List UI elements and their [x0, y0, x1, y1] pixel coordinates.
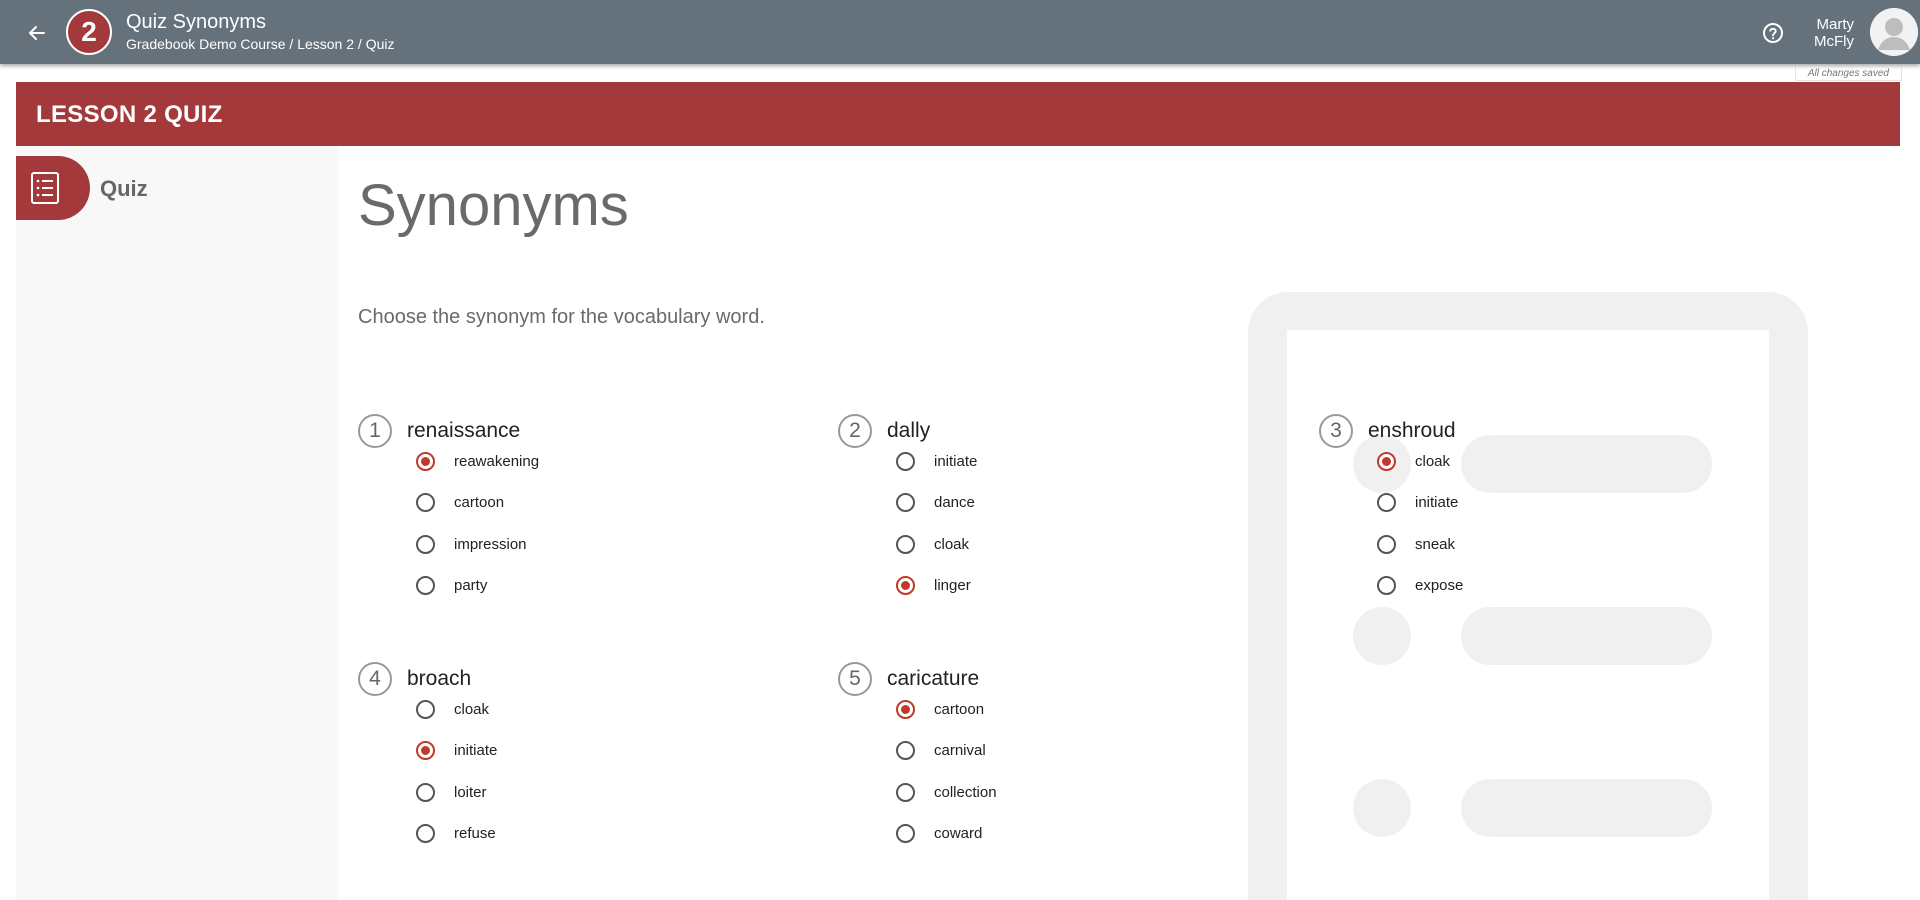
- radio-button[interactable]: [416, 534, 435, 554]
- sidebar-item-label: Quiz: [100, 176, 148, 201]
- answer-option[interactable]: refuse: [416, 821, 496, 845]
- radio-button[interactable]: [896, 492, 915, 512]
- radio-button[interactable]: [416, 575, 435, 595]
- radio-button[interactable]: [1377, 575, 1396, 595]
- radio-button[interactable]: [896, 740, 915, 760]
- user-name[interactable]: Marty McFly: [1810, 16, 1854, 50]
- top-app-bar: 2 Quiz Synonyms Gradebook Demo Course / …: [0, 0, 1920, 64]
- answer-option[interactable]: initiate: [1377, 490, 1458, 514]
- answer-option[interactable]: loiter: [416, 780, 487, 804]
- radio-button[interactable]: [896, 782, 915, 802]
- placeholder-illustration: [1248, 292, 1808, 900]
- radio-button-selected[interactable]: [416, 740, 435, 760]
- answer-option[interactable]: dance: [896, 490, 975, 514]
- list-icon: [16, 156, 90, 220]
- option-label: linger: [934, 576, 971, 594]
- answer-option[interactable]: cloak: [896, 532, 969, 556]
- question-word: broach: [407, 667, 472, 690]
- sidebar: Quiz: [16, 146, 339, 900]
- radio-button-selected[interactable]: [1377, 451, 1396, 471]
- option-label: cloak: [934, 535, 970, 553]
- answer-option[interactable]: impression: [416, 532, 527, 556]
- option-label: loiter: [454, 783, 487, 801]
- option-label: coward: [934, 824, 983, 842]
- course-logo-number: 2: [81, 16, 97, 47]
- question-number: 2: [838, 414, 872, 448]
- question-word: renaissance: [407, 419, 521, 442]
- option-label: dance: [934, 493, 975, 511]
- question-number: 1: [358, 414, 392, 448]
- question-word: dally: [887, 419, 931, 442]
- user-last-name: McFly: [1814, 33, 1854, 50]
- breadcrumb: Gradebook Demo Course / Lesson 2 / Quiz: [126, 36, 395, 52]
- option-label: collection: [934, 783, 997, 801]
- option-label: reawakening: [454, 452, 540, 470]
- answer-option[interactable]: expose: [1377, 573, 1463, 597]
- save-status: All changes saved: [1794, 67, 1902, 81]
- answer-option[interactable]: linger: [896, 573, 971, 597]
- help-icon[interactable]: [1762, 22, 1784, 44]
- option-label: cartoon: [934, 700, 985, 718]
- answer-option[interactable]: initiate: [896, 449, 977, 473]
- user-avatar-icon: [1870, 8, 1918, 56]
- question-word: enshroud: [1368, 419, 1456, 442]
- radio-button[interactable]: [416, 699, 435, 719]
- answer-option[interactable]: cartoon: [416, 490, 504, 514]
- option-label: party: [454, 576, 488, 594]
- lesson-banner: LESSON 2 QUIZ: [16, 82, 1900, 146]
- breadcrumb-lesson[interactable]: Lesson 2: [297, 36, 354, 52]
- breadcrumb-course[interactable]: Gradebook Demo Course: [126, 36, 286, 52]
- main-content: Synonyms Choose the synonym for the voca…: [338, 146, 1900, 900]
- breadcrumb-current: Quiz: [365, 36, 395, 52]
- avatar[interactable]: [1870, 8, 1918, 56]
- option-label: initiate: [454, 741, 498, 759]
- user-first-name: Marty: [1816, 16, 1855, 33]
- back-arrow-icon[interactable]: [20, 16, 54, 50]
- answer-option[interactable]: collection: [896, 780, 997, 804]
- radio-button-selected[interactable]: [896, 699, 915, 719]
- radio-button-selected[interactable]: [896, 575, 915, 595]
- answer-option[interactable]: carnival: [896, 738, 986, 762]
- course-logo[interactable]: 2: [66, 9, 112, 55]
- option-label: expose: [1415, 576, 1464, 594]
- option-label: refuse: [454, 824, 496, 842]
- option-label: initiate: [934, 452, 978, 470]
- radio-button[interactable]: [416, 492, 435, 512]
- answer-option[interactable]: cloak: [1377, 449, 1450, 473]
- option-label: impression: [454, 535, 527, 553]
- radio-button[interactable]: [1377, 492, 1396, 512]
- question-word: caricature: [887, 667, 980, 690]
- sidebar-item-quiz[interactable]: Quiz: [16, 156, 336, 220]
- quiz-title: Synonyms: [358, 173, 629, 238]
- question-number: 4: [358, 662, 392, 696]
- option-label: initiate: [1415, 493, 1459, 511]
- radio-button[interactable]: [896, 451, 915, 471]
- answer-option[interactable]: coward: [896, 821, 982, 845]
- option-label: cloak: [454, 700, 490, 718]
- radio-button[interactable]: [896, 823, 915, 843]
- option-label: carnival: [934, 741, 986, 759]
- option-label: sneak: [1415, 535, 1456, 553]
- quiz-instructions: Choose the synonym for the vocabulary wo…: [358, 306, 765, 328]
- page-title: Quiz Synonyms: [126, 11, 267, 33]
- lesson-title: LESSON 2 QUIZ: [36, 101, 223, 128]
- question-number: 3: [1319, 414, 1353, 448]
- radio-button-selected[interactable]: [416, 451, 435, 471]
- radio-button[interactable]: [896, 534, 915, 554]
- answer-option[interactable]: sneak: [1377, 532, 1455, 556]
- answer-option[interactable]: initiate: [416, 738, 497, 762]
- option-label: cartoon: [454, 493, 505, 511]
- option-label: cloak: [1415, 452, 1451, 470]
- radio-button[interactable]: [416, 782, 435, 802]
- radio-button[interactable]: [1377, 534, 1396, 554]
- answer-option[interactable]: party: [416, 573, 487, 597]
- radio-button[interactable]: [416, 823, 435, 843]
- answer-option[interactable]: reawakening: [416, 449, 539, 473]
- breadcrumb-separator: /: [354, 36, 366, 52]
- question-number: 5: [838, 662, 872, 696]
- breadcrumb-separator: /: [285, 36, 298, 52]
- answer-option[interactable]: cartoon: [896, 697, 984, 721]
- answer-option[interactable]: cloak: [416, 697, 489, 721]
